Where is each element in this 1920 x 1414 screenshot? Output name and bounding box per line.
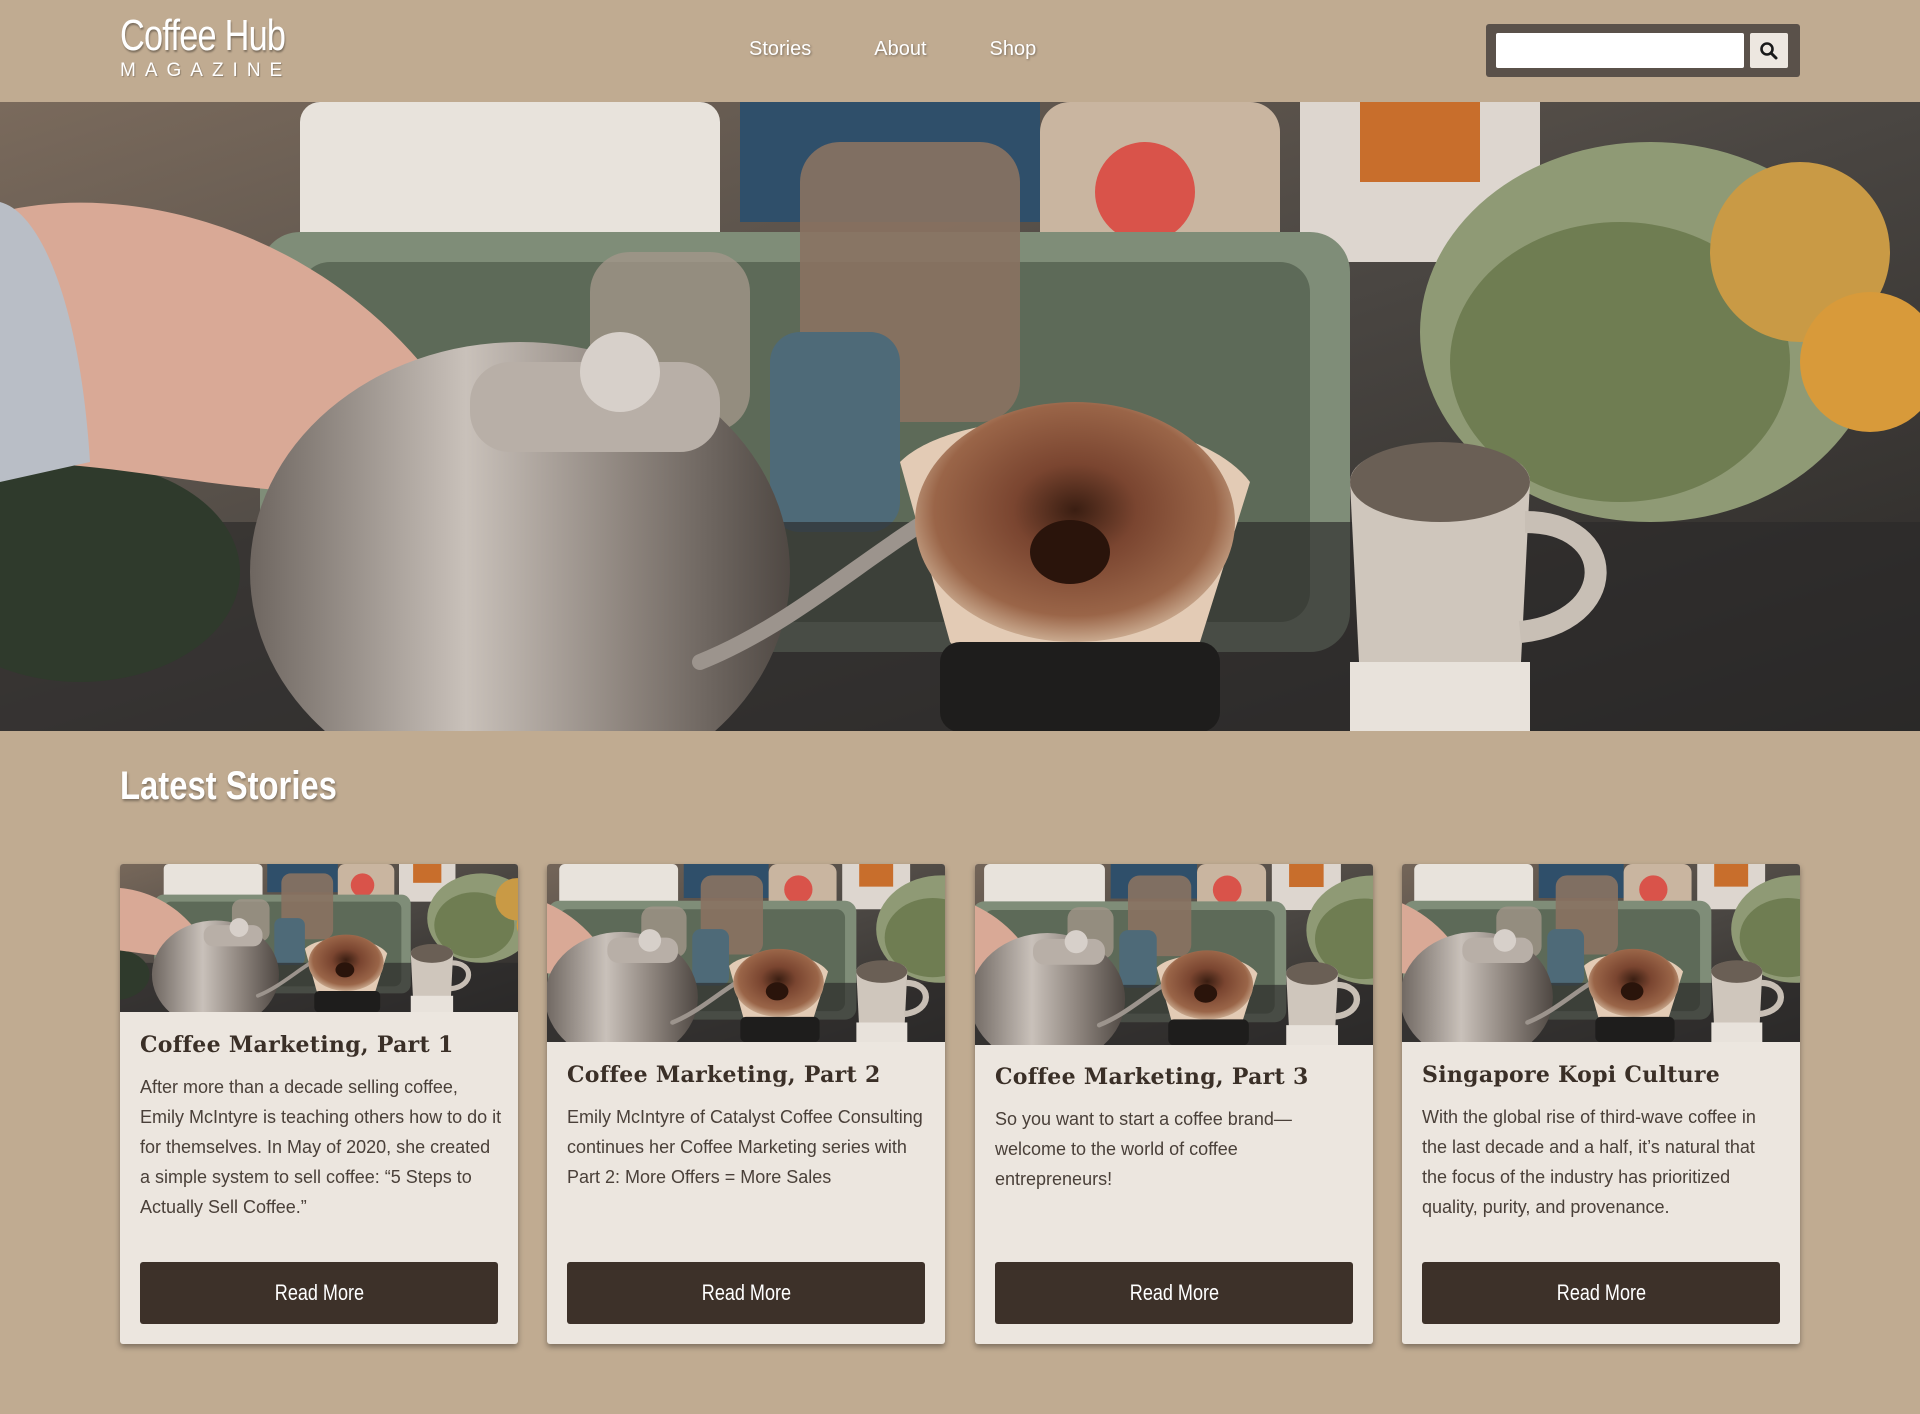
story-image-4[interactable] bbox=[1402, 864, 1800, 1042]
read-more-button-1[interactable]: Read More bbox=[140, 1262, 498, 1324]
nav-link-about[interactable]: About bbox=[874, 38, 926, 66]
search-icon bbox=[1760, 41, 1778, 59]
story-title-1[interactable]: Coffee Marketing, Part 1 bbox=[140, 1032, 500, 1058]
read-more-label-1: Read More bbox=[274, 1280, 364, 1305]
nav-link-shop[interactable]: Shop bbox=[990, 38, 1037, 66]
read-more-button-2[interactable]: Read More bbox=[567, 1262, 925, 1324]
search-box bbox=[1486, 24, 1800, 77]
search-button[interactable] bbox=[1750, 33, 1788, 68]
site-logo[interactable]: Coffee Hub MAGAZINE bbox=[120, 12, 310, 88]
hero-image bbox=[0, 102, 1920, 731]
story-excerpt-3: So you want to start a coffee brand—welc… bbox=[995, 1109, 1292, 1189]
story-card-4: Singapore Kopi Culture With the global r… bbox=[1402, 864, 1800, 1344]
read-more-button-3[interactable]: Read More bbox=[995, 1262, 1353, 1324]
story-card-2: Coffee Marketing, Part 2 Emily McIntyre … bbox=[547, 864, 945, 1344]
read-more-label-4: Read More bbox=[1556, 1280, 1646, 1305]
story-card-1: Coffee Marketing, Part 1 After more than… bbox=[120, 864, 518, 1344]
story-card-3: Coffee Marketing, Part 3 So you want to … bbox=[975, 864, 1373, 1344]
hero-photo bbox=[0, 102, 1920, 731]
story-image-1[interactable] bbox=[120, 864, 518, 1012]
read-more-label-2: Read More bbox=[701, 1280, 791, 1305]
nav-link-stories[interactable]: Stories bbox=[749, 38, 811, 66]
read-more-button-4[interactable]: Read More bbox=[1422, 1262, 1780, 1324]
read-more-label-3: Read More bbox=[1129, 1280, 1219, 1305]
story-excerpt-4: With the global rise of third-wave coffe… bbox=[1422, 1107, 1756, 1217]
story-excerpt-1: After more than a decade selling coffee,… bbox=[140, 1077, 502, 1217]
story-image-3[interactable] bbox=[975, 864, 1373, 1045]
main-nav: Stories About Shop bbox=[749, 38, 1099, 66]
search-input[interactable] bbox=[1496, 33, 1744, 68]
logo-title: Coffee Hub bbox=[120, 11, 286, 60]
section-title: Latest Stories bbox=[120, 764, 337, 808]
logo-subtitle: MAGAZINE bbox=[120, 60, 292, 81]
site-header: Coffee Hub MAGAZINE Stories About Shop bbox=[0, 0, 1920, 102]
story-excerpt-2: Emily McIntyre of Catalyst Coffee Consul… bbox=[567, 1107, 923, 1187]
story-image-2[interactable] bbox=[547, 864, 945, 1042]
story-title-4[interactable]: Singapore Kopi Culture bbox=[1422, 1062, 1782, 1088]
story-title-3[interactable]: Coffee Marketing, Part 3 bbox=[995, 1064, 1355, 1090]
story-title-2[interactable]: Coffee Marketing, Part 2 bbox=[567, 1062, 927, 1088]
story-cards: Coffee Marketing, Part 1 After more than… bbox=[120, 864, 1800, 1344]
